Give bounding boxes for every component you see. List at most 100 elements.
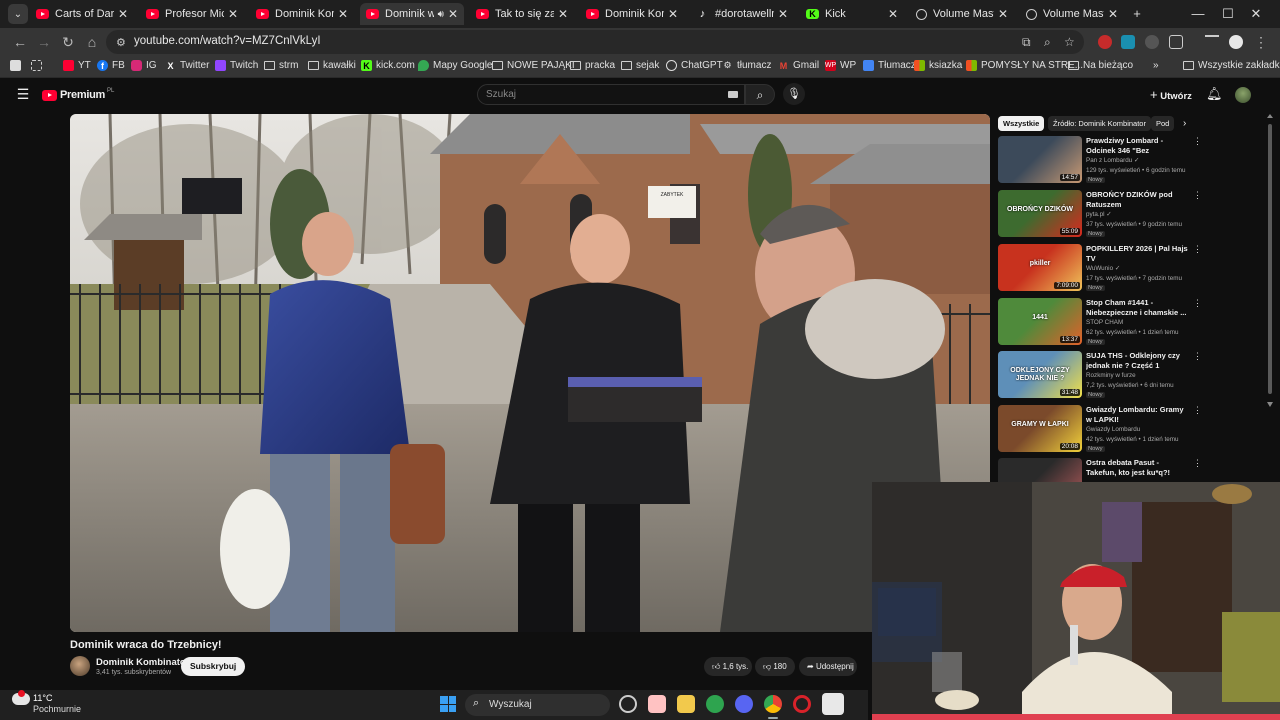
url-text[interactable]: youtube.com/watch?v=MZ7CnlVkLyI xyxy=(134,35,321,47)
video-thumbnail[interactable]: 1441 13:37 xyxy=(998,298,1082,345)
new-tab-button[interactable]: + xyxy=(1127,4,1147,24)
weather-description[interactable]: Pochmurnie xyxy=(33,704,81,714)
windows-start-icon[interactable] xyxy=(440,696,456,712)
close-tab-icon[interactable]: ✕ xyxy=(998,7,1008,21)
more-options-icon[interactable]: ⋮ xyxy=(1193,244,1202,255)
close-tab-icon[interactable]: ✕ xyxy=(338,7,348,21)
browser-tab[interactable]: Volume Master - ✕ xyxy=(910,3,1014,25)
more-options-icon[interactable]: ⋮ xyxy=(1193,351,1202,362)
recommendation-title[interactable]: POPKILLERY 2026 | Pal Hajs TV xyxy=(1086,244,1190,264)
recommendation-title[interactable]: Prawdziwy Lombard - Odcinek 346 "Bez tar… xyxy=(1086,136,1190,156)
bookmark-item[interactable]: Tłumacz xyxy=(863,60,916,71)
record-extension-icon[interactable] xyxy=(1098,35,1112,49)
bookmark-item[interactable]: pracka xyxy=(570,60,615,71)
bookmark-item[interactable]: sejak xyxy=(621,60,659,71)
translate-extension-icon[interactable] xyxy=(1121,35,1135,49)
notifications-bell-icon[interactable]: 🔔︎ xyxy=(1206,86,1223,102)
recommendation-item[interactable]: 14:57 Prawdziwy Lombard - Odcinek 346 "Be… xyxy=(998,136,1202,188)
more-options-icon[interactable]: ⋮ xyxy=(1193,190,1202,201)
minimize-icon[interactable]: — xyxy=(1188,4,1208,24)
bookmark-item[interactable]: ksiazka xyxy=(914,60,962,71)
recommendation-item[interactable]: GRAMY W ŁAPKI 20:08 Gwiazdy Lombardu: Gram… xyxy=(998,405,1202,457)
copilot-icon[interactable] xyxy=(619,695,637,713)
bookmark-item[interactable]: IG xyxy=(131,60,157,71)
bookmark-item[interactable]: Mapy Google xyxy=(418,60,492,71)
like-button[interactable]: 👍︎ 1,6 tys. xyxy=(704,657,752,676)
bookmark-item[interactable]: Na bieżąco xyxy=(1068,60,1133,71)
discord-icon[interactable] xyxy=(735,695,753,713)
chrome-icon[interactable] xyxy=(764,695,782,713)
close-window-icon[interactable]: ✕ xyxy=(1246,4,1266,24)
recommendation-channel[interactable]: Rozkminy w furze xyxy=(1086,372,1136,379)
maximize-icon[interactable]: ☐ xyxy=(1218,4,1238,24)
puzzle-extensions-icon[interactable] xyxy=(1169,35,1183,49)
recommendation-title[interactable]: SUJA THS - Odklejony czy jednak nie ? Cz… xyxy=(1086,351,1190,371)
recommendation-item[interactable]: pkiller 7:09:00 POPKILLERY 2026 | Pal Hajs… xyxy=(998,244,1202,296)
voice-search-button[interactable]: 🎙 xyxy=(783,83,805,105)
more-options-icon[interactable]: ⋮ xyxy=(1193,136,1202,147)
keyboard-icon[interactable] xyxy=(728,91,738,98)
youtube-logo[interactable]: Premium PL xyxy=(42,88,114,101)
more-options-icon[interactable]: ⋮ xyxy=(1193,405,1202,416)
speaker-icon[interactable]: 🔊︎ xyxy=(438,9,444,20)
bookmark-item[interactable]: NOWE PAJĄKI xyxy=(492,60,575,71)
taskbar-search[interactable]: ⌕ Wyszukaj xyxy=(465,694,610,716)
back-icon[interactable]: ← xyxy=(12,34,28,50)
browser-tab[interactable]: Profesor Michael ✕ xyxy=(140,3,244,25)
file-explorer-icon[interactable] xyxy=(677,695,695,713)
browser-tab[interactable]: Dominik Kombin ✕ xyxy=(580,3,684,25)
reload-icon[interactable]: ↻ xyxy=(60,34,76,50)
reading-list-icon[interactable] xyxy=(1205,35,1219,49)
channel-avatar[interactable] xyxy=(70,656,90,676)
chip-channel-source[interactable]: Źródło: Dominik Kombinator xyxy=(1048,116,1151,131)
site-info-icon[interactable]: ⚙ xyxy=(116,36,128,49)
extension-icon[interactable] xyxy=(1145,35,1159,49)
bookmarks-overflow-button[interactable]: » xyxy=(1153,60,1159,71)
opera-icon[interactable] xyxy=(793,695,811,713)
install-app-icon[interactable]: ⧉ xyxy=(1022,35,1031,50)
close-tab-icon[interactable]: ✕ xyxy=(1108,7,1118,21)
close-tab-icon[interactable]: ✕ xyxy=(888,7,898,21)
chevron-right-icon[interactable]: › xyxy=(1183,118,1186,129)
chip-all[interactable]: Wszystkie xyxy=(998,116,1045,131)
close-tab-icon[interactable]: ✕ xyxy=(448,7,458,21)
browser-tab[interactable]: Dominik Kombin ✕ xyxy=(250,3,354,25)
share-button[interactable]: ➦ Udostępnij xyxy=(799,657,857,676)
recommendation-item[interactable]: OBROŃCY DZIKÓW 55:09 OBROŃCY DZIKÓW pod Ra… xyxy=(998,190,1202,242)
bookmark-item[interactable]: kawałki xyxy=(308,60,356,71)
create-button[interactable]: + Utwórz xyxy=(1150,87,1192,102)
capcut-icon[interactable] xyxy=(822,693,844,715)
video-thumbnail[interactable]: OBROŃCY DZIKÓW 55:09 xyxy=(998,190,1082,237)
recommendation-channel[interactable]: STOP CHAM xyxy=(1086,319,1123,326)
close-tab-icon[interactable]: ✕ xyxy=(668,7,678,21)
recommendation-title[interactable]: OBROŃCY DZIKÓW pod Ratuszem xyxy=(1086,190,1190,210)
menu-kebab-icon[interactable]: ⋮ xyxy=(1253,34,1269,50)
recommendation-channel[interactable]: Gwiazdy Lombardu xyxy=(1086,426,1140,433)
address-bar[interactable]: ⚙ youtube.com/watch?v=MZ7CnlVkLyI ⧉ ⌕ ☆ xyxy=(106,30,1084,54)
browser-tab[interactable]: Carts of Darkness ✕ xyxy=(30,3,134,25)
recommendation-channel[interactable]: pyta.pl xyxy=(1086,211,1105,218)
video-thumbnail[interactable] xyxy=(998,458,1082,482)
bookmark-item[interactable]: ChatGPT xyxy=(666,60,723,71)
video-thumbnail[interactable]: 14:57 xyxy=(998,136,1082,183)
close-tab-icon[interactable]: ✕ xyxy=(228,7,238,21)
photo-app-icon[interactable] xyxy=(648,695,666,713)
bookmark-item[interactable]: X Twitter xyxy=(165,60,209,71)
bookmark-item[interactable]: POMYSŁY NA STRE... xyxy=(966,60,1083,71)
bookmark-item[interactable]: YT xyxy=(63,60,91,71)
zoom-icon[interactable]: ⌕ xyxy=(1044,35,1051,50)
recommendation-channel[interactable]: Pan z Lombardu xyxy=(1086,157,1132,164)
profile-avatar-icon[interactable] xyxy=(1229,35,1243,49)
channel-name[interactable]: Dominik Kombinator xyxy=(96,657,189,668)
sidebar-scrollbar[interactable] xyxy=(1267,114,1273,408)
browser-tab[interactable]: Volume Master | ✕ xyxy=(1020,3,1124,25)
shield-app-icon[interactable] xyxy=(706,695,724,713)
close-tab-icon[interactable]: ✕ xyxy=(558,7,568,21)
recommendation-item[interactable]: 1441 13:37 Stop Cham #1441 - Niebezpieczne… xyxy=(998,298,1202,350)
recommendation-title[interactable]: Stop Cham #1441 - Niebezpieczne i chamsk… xyxy=(1086,298,1190,318)
browser-tab[interactable]: ♪ #dorotawellman ✕ xyxy=(690,3,794,25)
recommendation-item[interactable]: Ostra debata Pasut - Takefun, kto jest k… xyxy=(998,458,1202,482)
browser-tab[interactable]: Tak to się zaczęło ✕ xyxy=(470,3,574,25)
subscribe-button[interactable]: Subskrybuj xyxy=(181,657,246,676)
bookmark-item[interactable]: Twitch xyxy=(215,60,258,71)
